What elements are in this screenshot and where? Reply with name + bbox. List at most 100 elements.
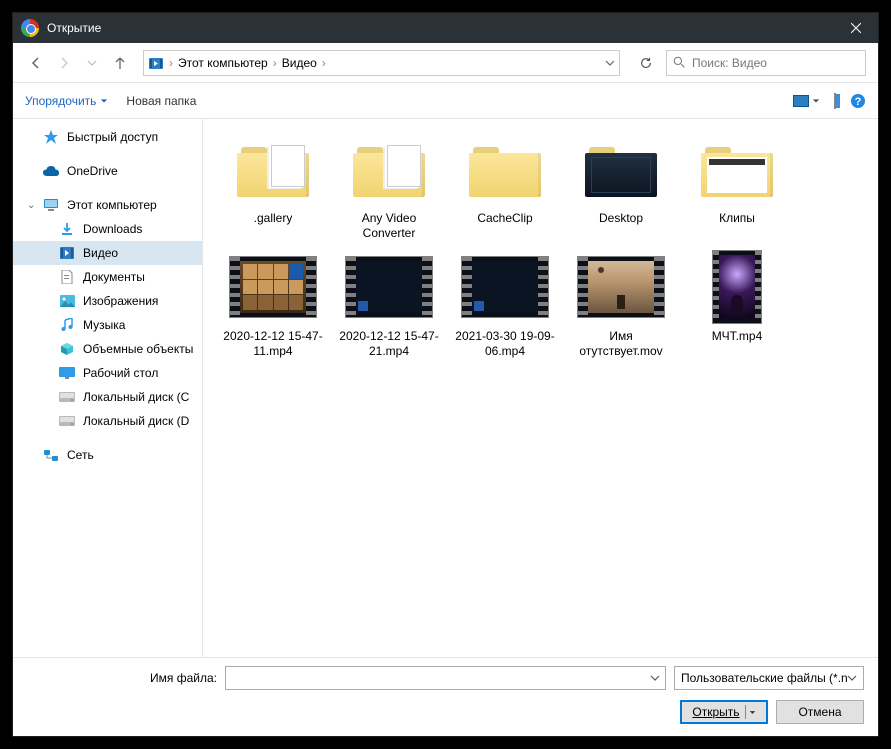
image-icon — [59, 293, 75, 309]
file-item[interactable]: .gallery — [217, 129, 329, 241]
chevron-down-icon — [749, 709, 756, 716]
cancel-button[interactable]: Отмена — [776, 700, 864, 724]
up-button[interactable] — [109, 52, 131, 74]
network-icon — [43, 447, 59, 463]
sidebar: Быстрый доступ OneDrive ⌄ Этот компьютер… — [13, 119, 203, 657]
desktop-icon — [59, 365, 75, 381]
download-icon — [59, 221, 75, 237]
file-item[interactable]: МЧТ.mp4 — [681, 247, 793, 359]
video-library-icon — [59, 245, 75, 261]
file-name: Клипы — [719, 211, 755, 226]
file-name: 2020-12-12 15-47-21.mp4 — [335, 329, 443, 359]
document-icon — [59, 269, 75, 285]
close-icon — [851, 23, 861, 33]
view-menu[interactable] — [793, 95, 820, 107]
bottom-bar: Имя файла: Пользовательские файлы (*.n О… — [13, 657, 878, 736]
chevron-down-icon — [847, 673, 857, 683]
breadcrumb-segment[interactable]: Видео — [282, 56, 317, 70]
sidebar-documents[interactable]: Документы — [13, 265, 202, 289]
file-name: 2021-03-30 19-09-06.mp4 — [451, 329, 559, 359]
file-item[interactable]: 2020-12-12 15-47-11.mp4 — [217, 247, 329, 359]
filename-dropdown[interactable] — [645, 667, 665, 689]
sidebar-disk-d[interactable]: Локальный диск (D — [13, 409, 202, 433]
search-input[interactable]: Поиск: Видео — [666, 50, 866, 76]
window-title: Открытие — [47, 21, 101, 35]
filename-input[interactable] — [225, 666, 666, 690]
cloud-icon — [43, 163, 59, 179]
file-item[interactable]: 2021-03-30 19-09-06.mp4 — [449, 247, 561, 359]
refresh-button[interactable] — [632, 50, 660, 76]
new-folder-button[interactable]: Новая папка — [126, 94, 196, 108]
recent-dropdown[interactable] — [81, 52, 103, 74]
file-item[interactable]: Desktop — [565, 129, 677, 241]
layout-icon — [834, 93, 836, 109]
open-button[interactable]: Открыть — [680, 700, 768, 724]
cube-icon — [59, 341, 75, 357]
sidebar-this-pc[interactable]: ⌄ Этот компьютер — [13, 193, 202, 217]
sidebar-desktop[interactable]: Рабочий стол — [13, 361, 202, 385]
drive-icon — [59, 389, 75, 405]
chevron-right-icon[interactable]: › — [273, 56, 277, 70]
chevron-right-icon[interactable]: › — [322, 56, 326, 70]
sidebar-music[interactable]: Музыка — [13, 313, 202, 337]
file-item[interactable]: CacheClip — [449, 129, 561, 241]
thumbnail — [345, 247, 433, 327]
forward-button[interactable] — [53, 52, 75, 74]
thumbnail — [693, 247, 781, 327]
file-item[interactable]: Клипы — [681, 129, 793, 241]
chevron-right-icon[interactable]: › — [169, 56, 173, 70]
search-icon — [673, 56, 686, 69]
thumbnail — [345, 129, 433, 209]
pc-icon — [43, 197, 59, 213]
chevron-down-icon[interactable]: ⌄ — [27, 200, 35, 211]
close-button[interactable] — [834, 13, 878, 43]
sidebar-quick-access[interactable]: Быстрый доступ — [13, 125, 202, 149]
file-item[interactable]: 2020-12-12 15-47-21.mp4 — [333, 247, 445, 359]
chevron-down-icon — [100, 97, 108, 105]
thumbnail — [577, 129, 665, 209]
file-name: Desktop — [599, 211, 643, 226]
search-placeholder: Поиск: Видео — [692, 56, 767, 70]
thumbnail — [229, 247, 317, 327]
breadcrumb-root[interactable]: Этот компьютер — [178, 56, 268, 70]
address-bar[interactable]: › Этот компьютер › Видео › — [143, 50, 620, 76]
sidebar-network[interactable]: Сеть — [13, 443, 202, 467]
video-library-icon — [148, 55, 164, 71]
address-dropdown[interactable] — [605, 58, 615, 68]
sidebar-3d-objects[interactable]: Объемные объекты — [13, 337, 202, 361]
sidebar-disk-c[interactable]: Локальный диск (C — [13, 385, 202, 409]
thumbnail — [229, 129, 317, 209]
filename-label: Имя файла: — [27, 671, 217, 685]
file-name: 2020-12-12 15-47-11.mp4 — [219, 329, 327, 359]
sidebar-video[interactable]: Видео — [13, 241, 202, 265]
file-name: Имя отутствует.mov — [567, 329, 675, 359]
sidebar-downloads[interactable]: Downloads — [13, 217, 202, 241]
drive-icon — [59, 413, 75, 429]
thumbnail — [577, 247, 665, 327]
filetype-select[interactable]: Пользовательские файлы (*.n — [674, 666, 864, 690]
open-file-dialog: Открытие › Этот компьютер › Видео › Поис… — [12, 12, 879, 737]
thumbnail — [461, 247, 549, 327]
help-button[interactable]: ? — [850, 93, 866, 109]
preview-pane-button[interactable] — [834, 94, 836, 108]
file-name: МЧТ.mp4 — [712, 329, 763, 344]
sidebar-onedrive[interactable]: OneDrive — [13, 159, 202, 183]
file-list[interactable]: .gallery Any Video Converter CacheClip Desk… — [203, 119, 878, 657]
titlebar: Открытие — [13, 13, 878, 43]
thumbnails-icon — [793, 95, 809, 107]
music-icon — [59, 317, 75, 333]
file-name: CacheClip — [477, 211, 532, 226]
back-button[interactable] — [25, 52, 47, 74]
svg-text:?: ? — [855, 96, 862, 108]
star-icon — [43, 129, 59, 145]
organize-menu[interactable]: Упорядочить — [25, 94, 108, 108]
sidebar-images[interactable]: Изображения — [13, 289, 202, 313]
chrome-icon — [21, 19, 39, 37]
file-name: .gallery — [254, 211, 293, 226]
file-item[interactable]: Имя отутствует.mov — [565, 247, 677, 359]
help-icon: ? — [850, 93, 866, 109]
file-name: Any Video Converter — [335, 211, 443, 241]
file-item[interactable]: Any Video Converter — [333, 129, 445, 241]
chevron-down-icon — [812, 97, 820, 105]
nav-row: › Этот компьютер › Видео › Поиск: Видео — [13, 43, 878, 83]
